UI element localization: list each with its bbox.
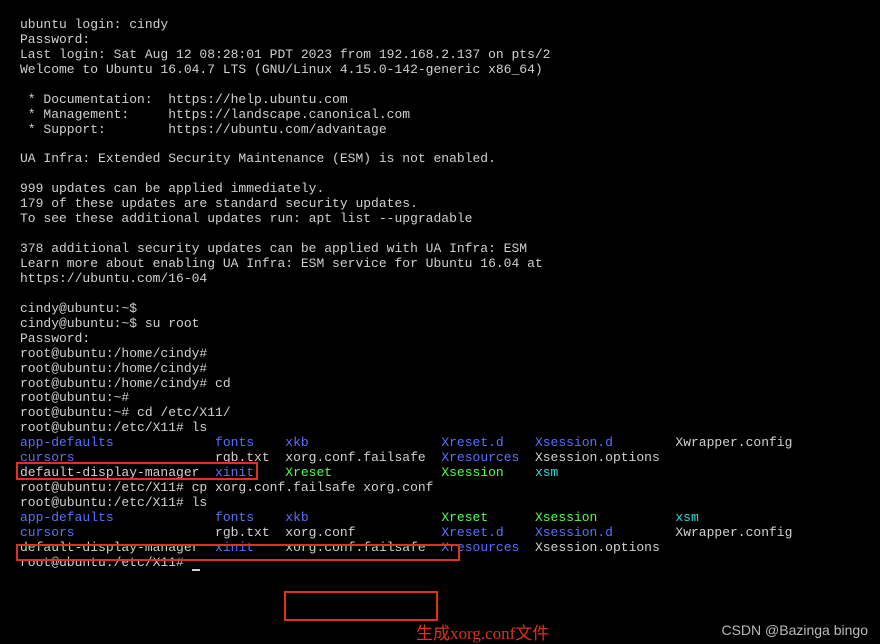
annotation-caption: 生成xorg.conf文件: [416, 624, 549, 644]
file-entry: Xsession.options: [535, 540, 660, 555]
link-entry: xsm: [675, 510, 698, 525]
doc-line: * Documentation: https://help.ubuntu.com: [20, 93, 860, 108]
password-line: Password:: [20, 33, 860, 48]
exec-entry: Xsession: [535, 510, 597, 525]
watermark-text: CSDN @Bazinga bingo: [721, 622, 868, 638]
dir-entry: Xreset.d: [441, 525, 503, 540]
esm-line: UA Infra: Extended Security Maintenance …: [20, 152, 860, 167]
dir-entry: app-defaults: [20, 435, 114, 450]
prompt-line: root@ubuntu:/etc/X11# ls: [20, 421, 860, 436]
dir-entry: xkb: [285, 510, 308, 525]
lastlogin-line: Last login: Sat Aug 12 08:28:01 PDT 2023…: [20, 48, 860, 63]
mgmt-line: * Management: https://landscape.canonica…: [20, 108, 860, 123]
dir-entry: Xsession.d: [535, 525, 613, 540]
dir-entry: xinit: [215, 540, 254, 555]
exec-entry: Xreset: [441, 510, 488, 525]
prompt-line: root@ubuntu:~# cd /etc/X11/: [20, 406, 860, 421]
file-entry: Xwrapper.config: [675, 435, 792, 450]
file-entry: default-display-manager: [20, 465, 199, 480]
file-entry: Xsession.options: [535, 450, 660, 465]
prompt-line: cindy@ubuntu:~$ su root: [20, 317, 860, 332]
file-entry: xorg.conf.failsafe: [285, 540, 425, 555]
dir-entry: Xresources: [441, 450, 519, 465]
esm-line: 378 additional security updates can be a…: [20, 242, 860, 257]
updates-line: 999 updates can be applied immediately.: [20, 182, 860, 197]
file-entry: Xwrapper.config: [675, 525, 792, 540]
dir-entry: Xsession.d: [535, 435, 613, 450]
dir-entry: xkb: [285, 435, 308, 450]
updates-line: To see these additional updates run: apt…: [20, 212, 860, 227]
highlight-box-xorgfiles: [284, 591, 438, 621]
exec-entry: Xreset: [285, 465, 332, 480]
ls-row: cursors rgb.txt xorg.conf Xreset.d Xsess…: [20, 526, 860, 541]
file-entry: xorg.conf: [285, 525, 355, 540]
ls-row: default-display-manager xinit Xreset Xse…: [20, 466, 860, 481]
ls-row: app-defaults fonts xkb Xreset.d Xsession…: [20, 436, 860, 451]
file-entry: rgb.txt: [215, 525, 270, 540]
terminal[interactable]: ubuntu login: cindy Password: Last login…: [20, 18, 860, 571]
prompt-line: root@ubuntu:/etc/X11#: [20, 556, 860, 571]
ls-row: cursors rgb.txt xorg.conf.failsafe Xreso…: [20, 451, 860, 466]
prompt-line: root@ubuntu:~#: [20, 391, 860, 406]
updates-line: 179 of these updates are standard securi…: [20, 197, 860, 212]
prompt-line: root@ubuntu:/home/cindy#: [20, 362, 860, 377]
prompt-line: root@ubuntu:/home/cindy#: [20, 347, 860, 362]
prompt-line: Password:: [20, 332, 860, 347]
dir-entry: app-defaults: [20, 510, 114, 525]
welcome-line: Welcome to Ubuntu 16.04.7 LTS (GNU/Linux…: [20, 63, 860, 78]
dir-entry: cursors: [20, 525, 75, 540]
dir-entry: xinit: [215, 465, 254, 480]
file-entry: rgb.txt: [215, 450, 270, 465]
ls-row: app-defaults fonts xkb Xreset Xsession x…: [20, 511, 860, 526]
esm-line: https://ubuntu.com/16-04: [20, 272, 860, 287]
file-entry: xorg.conf.failsafe: [285, 450, 425, 465]
prompt-line: root@ubuntu:/etc/X11# ls: [20, 496, 860, 511]
exec-entry: Xsession: [441, 465, 503, 480]
login-line: ubuntu login: cindy: [20, 18, 860, 33]
prompt-line: root@ubuntu:/etc/X11# cp xorg.conf.fails…: [20, 481, 860, 496]
dir-entry: fonts: [215, 510, 254, 525]
dir-entry: fonts: [215, 435, 254, 450]
cursor-icon: [192, 569, 200, 571]
prompt-line: root@ubuntu:/home/cindy# cd: [20, 377, 860, 392]
prompt-line: cindy@ubuntu:~$: [20, 302, 860, 317]
dir-entry: cursors: [20, 450, 75, 465]
ls-row: default-display-manager xinit xorg.conf.…: [20, 541, 860, 556]
support-line: * Support: https://ubuntu.com/advantage: [20, 123, 860, 138]
dir-entry: Xresources: [441, 540, 519, 555]
link-entry: xsm: [535, 465, 558, 480]
esm-line: Learn more about enabling UA Infra: ESM …: [20, 257, 860, 272]
file-entry: default-display-manager: [20, 540, 199, 555]
dir-entry: Xreset.d: [441, 435, 503, 450]
